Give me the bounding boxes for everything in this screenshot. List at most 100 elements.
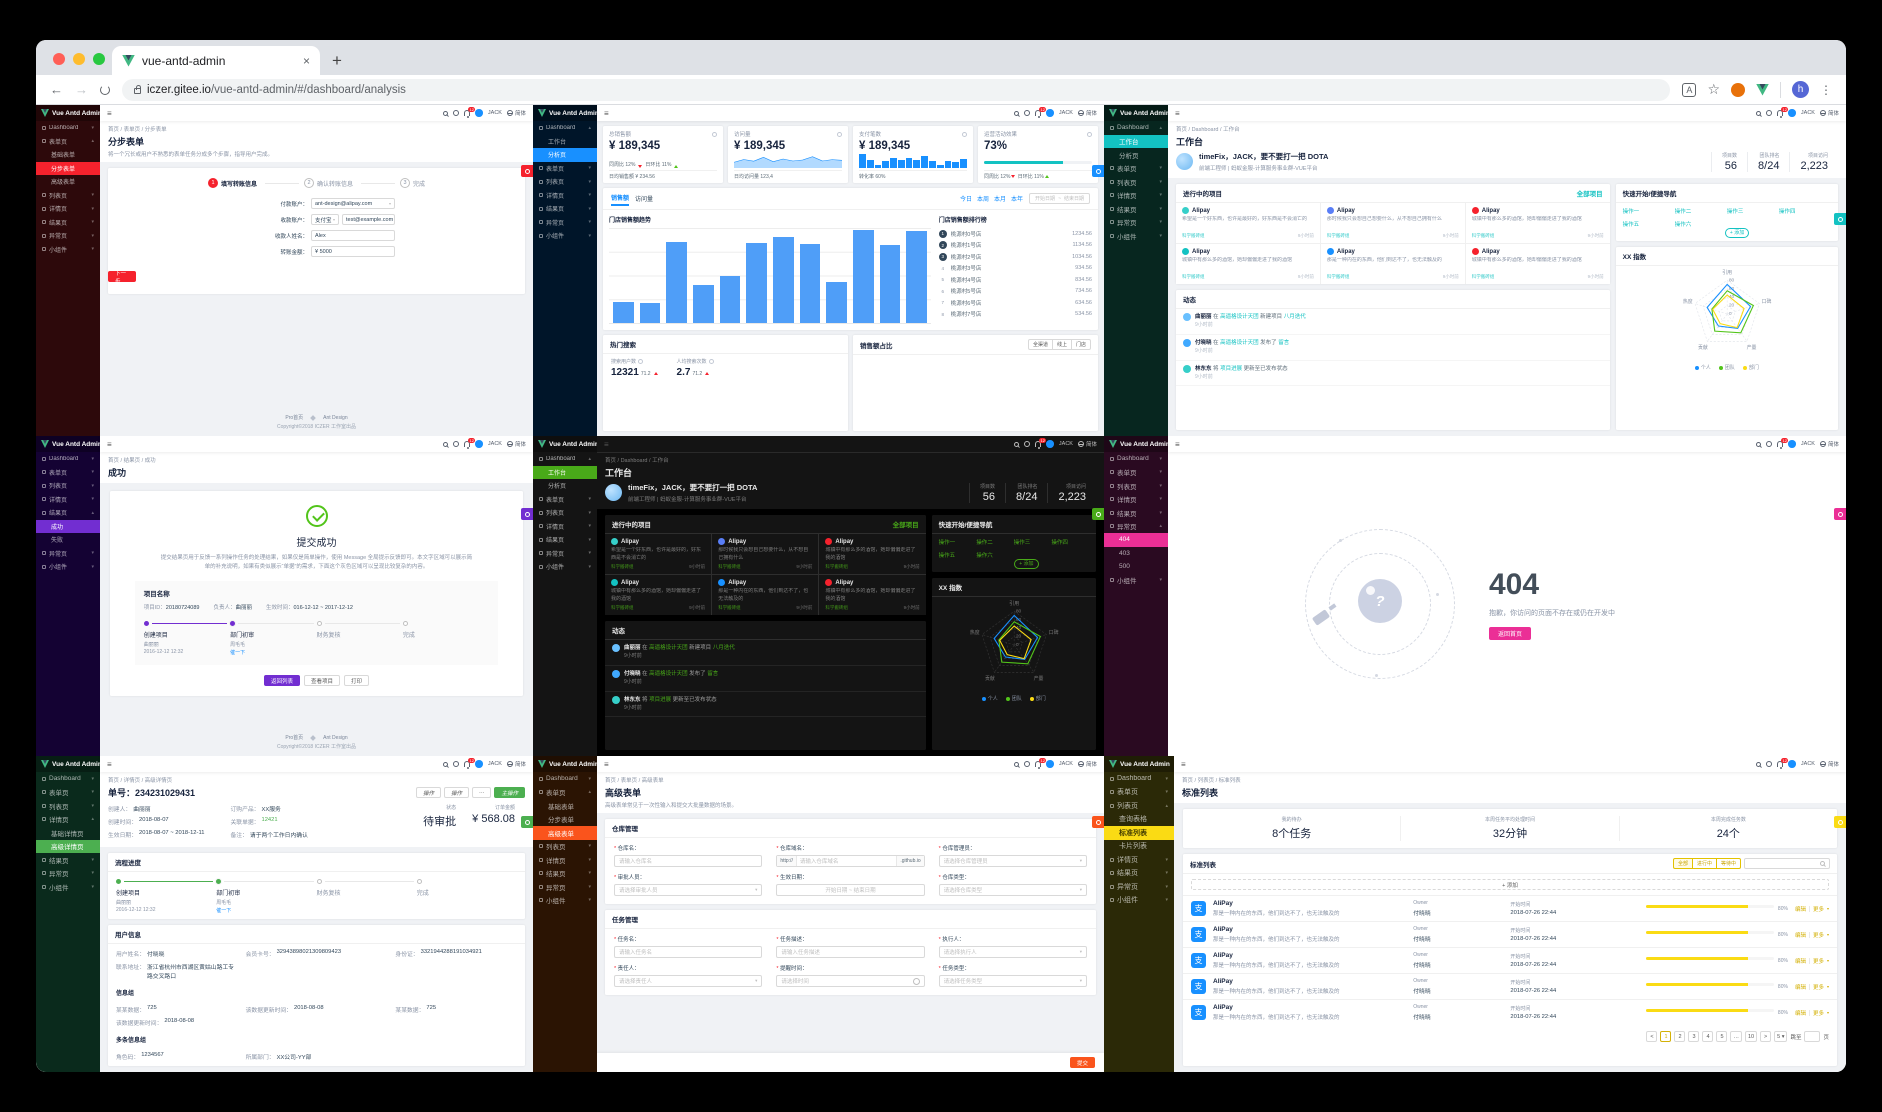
add-item-button[interactable]: + 添加	[1191, 879, 1829, 890]
field-input[interactable]: 请输入仓库名	[614, 855, 763, 867]
breadcrumb[interactable]: 首页 / 表单页 / 分步表单	[108, 125, 525, 133]
group-link[interactable]: 科学搬砖组	[1327, 233, 1350, 239]
account-type-select[interactable]: 支付宝	[311, 214, 339, 225]
sidebar-item[interactable]: 列表页 ▾	[533, 175, 597, 189]
project-card[interactable]: Alipay 城镇中有那么多的酒馆，她却偏偏走进了我的酒馆 科学搬砖组 9小时前	[1465, 244, 1610, 284]
item-title[interactable]: AliPay	[1213, 926, 1406, 933]
sidebar-item[interactable]: 列表页 ▾	[1104, 175, 1168, 189]
sidebar-item[interactable]: 详情页 ▾	[1104, 853, 1174, 867]
activity-link[interactable]: 项目进展	[649, 697, 671, 703]
sidebar-item[interactable]: Dashboard ▾	[1104, 452, 1168, 466]
group-link[interactable]: 科学搬砖组	[825, 605, 848, 611]
language-switcher[interactable]: 简体	[1077, 109, 1097, 117]
edit-link[interactable]: 编辑	[1795, 957, 1806, 965]
sidebar-item[interactable]: 分步表单	[36, 161, 100, 175]
project-card[interactable]: Alipay 城镇中有那么多的酒馆，她却偏偏走进了我的酒馆 科学搬砖组 9小时前	[605, 575, 712, 615]
breadcrumb[interactable]: 首页 / 结果页 / 成功	[108, 456, 525, 464]
breadcrumb[interactable]: 首页 / 详情页 / 高级详情页	[108, 776, 525, 784]
notification-bell-icon[interactable]: 12	[1777, 758, 1789, 769]
quick-op-link[interactable]: 操作一	[1623, 207, 1675, 215]
language-switcher[interactable]: 简体	[1077, 760, 1097, 768]
sidebar-item[interactable]: 基础表单	[36, 148, 100, 162]
quick-op-link[interactable]: 操作一	[939, 538, 977, 546]
app-logo[interactable]: Vue Antd Admin	[533, 436, 597, 452]
sidebar-item[interactable]: 异常页 ▾	[36, 867, 100, 881]
range-link[interactable]: 今日	[960, 194, 972, 203]
theme-settings-button[interactable]	[1834, 508, 1846, 520]
field-input[interactable]: 请选择审批人员	[614, 884, 763, 896]
user-avatar[interactable]	[475, 440, 483, 448]
sidebar-item[interactable]: Dashboard ▴	[1104, 121, 1168, 135]
sidebar-item[interactable]: 异常页 ▾	[1104, 880, 1174, 894]
username[interactable]: JACK	[1059, 110, 1073, 116]
project-card[interactable]: Alipay 那时候我只会想自己想要什么，从不想自己拥有什么 科学搬砖组 9小时前	[712, 534, 819, 574]
field-input[interactable]: 请选择责任人	[614, 975, 763, 987]
field-input[interactable]: 请输入任务名	[614, 946, 763, 958]
group-link[interactable]: 科学搬砖组	[611, 605, 634, 611]
notification-bell-icon[interactable]: 12	[1777, 107, 1789, 118]
sidebar-item[interactable]: 高级表单	[533, 826, 597, 840]
quick-op-link[interactable]: 操作六	[1675, 220, 1727, 228]
group-link[interactable]: 科学搬砖组	[1182, 233, 1205, 239]
help-icon[interactable]	[1024, 761, 1031, 767]
minimize-window-button[interactable]	[73, 53, 85, 65]
sidebar-item[interactable]: 小组件 ▾	[36, 560, 100, 574]
footer-link-antd[interactable]: Ant Design	[323, 415, 347, 421]
status-filter-button[interactable]: 进行中	[1691, 858, 1717, 869]
app-logo[interactable]: Vue Antd Admin	[1104, 105, 1168, 121]
sidebar-item[interactable]: 列表页 ▾	[1104, 479, 1168, 493]
sidebar-item[interactable]: 表单页 ▾	[1104, 786, 1174, 800]
page-button[interactable]: 5	[1716, 1031, 1728, 1042]
help-icon[interactable]	[453, 761, 460, 767]
help-icon[interactable]	[453, 441, 460, 447]
sidebar-item[interactable]: Dashboard ▾	[1104, 772, 1174, 786]
sidebar-item[interactable]: 详情页 ▾	[1104, 493, 1168, 507]
field-input[interactable]: http:// 请输入仓库域名 .github.io	[776, 855, 925, 867]
language-switcher[interactable]: 简体	[1819, 109, 1839, 117]
sidebar-item[interactable]: 结果页 ▾	[533, 867, 597, 881]
maximize-window-button[interactable]	[93, 53, 105, 65]
sidebar-item[interactable]: 结果页 ▾	[1104, 202, 1168, 216]
action-button[interactable]: 查看项目	[303, 675, 340, 687]
action-button[interactable]: 操作	[443, 787, 469, 798]
sidebar-item[interactable]: 小组件 ▾	[1104, 894, 1174, 908]
menu-collapse-icon[interactable]: ≡	[107, 440, 112, 449]
page-button[interactable]: 2	[1674, 1031, 1686, 1042]
search-icon[interactable]	[1756, 441, 1762, 447]
language-switcher[interactable]: 简体	[506, 109, 526, 117]
all-projects-link[interactable]: 全部项目	[1577, 188, 1603, 198]
page-button[interactable]: <	[1646, 1031, 1658, 1042]
sidebar-item[interactable]: 列表页 ▾	[533, 840, 597, 854]
username[interactable]: JACK	[1059, 441, 1073, 447]
activity-link[interactable]: 高逼格设计天团	[649, 671, 688, 677]
sidebar-item[interactable]: Dashboard ▾	[533, 772, 597, 786]
group-link[interactable]: 科学搬砖组	[825, 564, 848, 570]
field-input[interactable]: 请选择时间	[776, 975, 925, 987]
sidebar-item[interactable]: 成功	[36, 519, 100, 533]
sidebar-item[interactable]: 结果页 ▾	[533, 202, 597, 216]
sidebar-item[interactable]: 小组件 ▾	[36, 880, 100, 894]
sidebar-item[interactable]: 结果页 ▾	[533, 533, 597, 547]
sidebar-item[interactable]: 小组件 ▾	[1104, 574, 1168, 588]
sidebar-item[interactable]: 分析页	[533, 479, 597, 493]
browser-menu-icon[interactable]: ⋮	[1820, 83, 1832, 97]
sidebar-item[interactable]: 列表页 ▾	[36, 479, 100, 493]
notification-bell-icon[interactable]: 12	[464, 758, 476, 769]
sidebar-item[interactable]: 失败	[36, 533, 100, 547]
field-input[interactable]: Alex	[311, 230, 395, 241]
app-logo[interactable]: Vue Antd Admin	[36, 756, 100, 772]
project-card[interactable]: Alipay 希望是一个好东西，也许是最好的，好东西是不会消亡的 科学搬砖组 9小…	[605, 534, 712, 574]
sidebar-item[interactable]: 表单页 ▾	[533, 162, 597, 176]
extension-icon[interactable]	[1731, 82, 1745, 97]
language-switcher[interactable]: 简体	[506, 760, 526, 768]
channel-filter-button[interactable]: 门店	[1070, 339, 1091, 350]
project-card[interactable]: Alipay 希望是一个好东西，也许是最好的，好东西是不会消亡的 科学搬砖组 9小…	[1176, 203, 1320, 243]
notification-bell-icon[interactable]: 12	[464, 438, 476, 449]
sidebar-item[interactable]: 小组件 ▾	[533, 560, 597, 574]
field-input[interactable]: 请选择执行人	[938, 946, 1087, 958]
quick-op-link[interactable]: 操作四	[1051, 538, 1089, 546]
field-input[interactable]: 请选择仓库类型	[938, 884, 1087, 896]
user-avatar[interactable]	[475, 109, 483, 117]
project-card[interactable]: Alipay 城镇中有那么多的酒馆，她却偏偏走进了我的酒馆 科学搬砖组 9小时前	[1176, 244, 1320, 284]
theme-settings-button[interactable]	[1092, 816, 1104, 828]
